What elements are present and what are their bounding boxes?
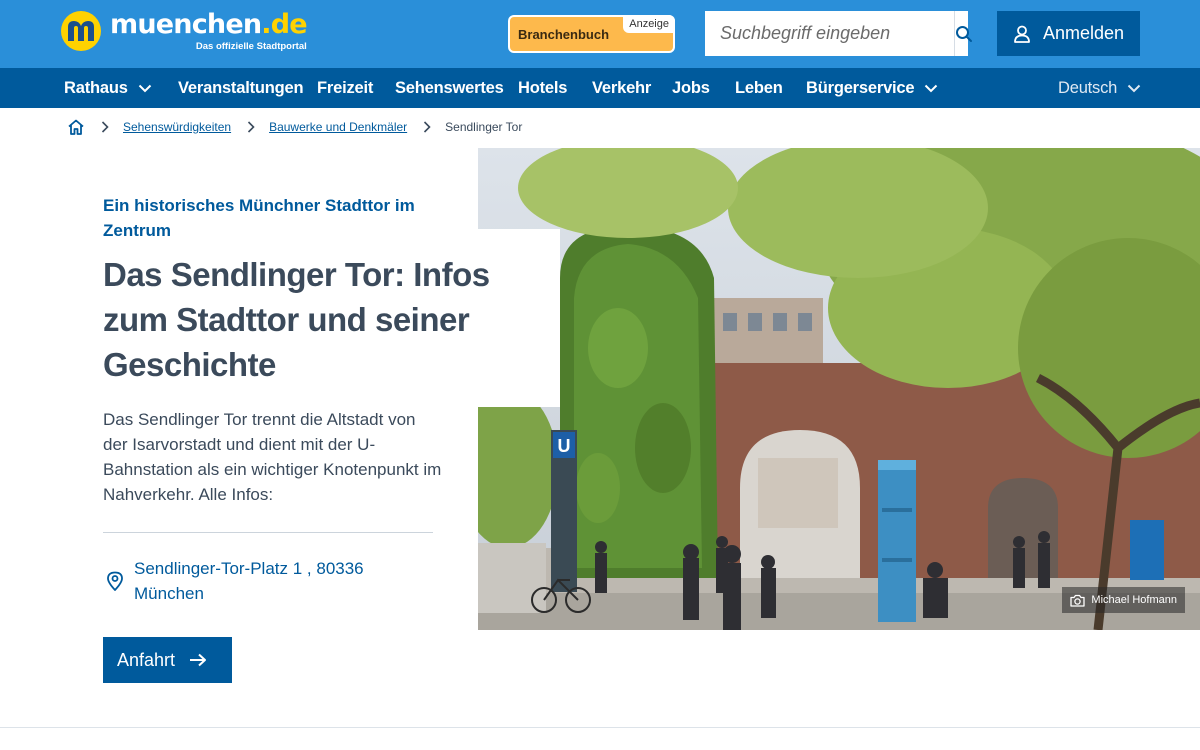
page-kicker: Ein historisches Münchner Stadttor im Ze… — [103, 196, 415, 240]
location-pin-icon — [107, 571, 123, 591]
chevron-down-icon — [924, 84, 938, 93]
sendlinger-tor-photo: U — [478, 148, 1200, 630]
logo-tagline: Das offizielle Stadtportal — [195, 41, 307, 52]
search-icon — [956, 25, 972, 42]
section-divider — [0, 727, 1200, 728]
chevron-down-icon — [1127, 84, 1141, 93]
page-title: Das Sendlinger Tor: Infos zum Stadttor u… — [103, 256, 490, 383]
search-button[interactable] — [954, 11, 973, 56]
address-line2: München — [134, 584, 204, 603]
page-intro: Das Sendlinger Tor trennt die Altstadt v… — [103, 410, 442, 504]
nav-item-freizeit[interactable]: Freizeit — [317, 68, 373, 108]
nav-item-rathaus[interactable]: Rathaus — [64, 68, 152, 108]
photo-credit: Michael Hofmann — [1062, 587, 1185, 613]
breadcrumb-link-bauwerke[interactable]: Bauwerke und Denkmäler — [269, 120, 407, 134]
address-link[interactable]: Sendlinger-Tor-Platz 1 , 80336 München — [106, 556, 394, 606]
nav-item-leben[interactable]: Leben — [735, 68, 783, 108]
chevron-right-icon — [247, 121, 255, 133]
chevron-down-icon — [138, 84, 152, 93]
nav-item-sehenswertes[interactable]: Sehenswertes — [395, 68, 504, 108]
breadcrumb: Sehenswürdigkeiten Bauwerke und Denkmäle… — [67, 117, 522, 137]
muenchen-logo-icon — [61, 11, 101, 51]
arrow-right-icon — [189, 653, 207, 667]
anfahrt-label: Anfahrt — [117, 649, 176, 670]
site-header: muenchen.de Das offizielle Stadtportal B… — [0, 0, 1200, 68]
hero-image: U Michael Hofmann — [478, 148, 1200, 630]
photo-credit-text: Michael Hofmann — [1091, 594, 1177, 606]
language-selector[interactable]: Deutsch — [1058, 68, 1141, 108]
breadcrumb-current: Sendlinger Tor — [445, 120, 523, 134]
address-line1: Sendlinger-Tor-Platz 1 , 80336 — [134, 559, 364, 578]
u-bahn-sign: U — [558, 436, 571, 456]
search-box — [705, 11, 972, 56]
chevron-right-icon — [423, 121, 431, 133]
nav-item-jobs[interactable]: Jobs — [672, 68, 710, 108]
anfahrt-button[interactable]: Anfahrt — [103, 637, 232, 683]
user-icon — [1014, 25, 1030, 43]
logo-wordmark: muenchen.de — [110, 9, 308, 40]
main-navigation: Rathaus Veranstaltungen Freizeit Sehensw… — [0, 68, 1200, 108]
nav-item-veranstaltungen[interactable]: Veranstaltungen — [178, 68, 304, 108]
home-icon[interactable] — [67, 118, 85, 136]
camera-icon — [1070, 594, 1086, 607]
branchenbuch-label: Branchenbuch — [518, 27, 610, 42]
chevron-right-icon — [101, 121, 109, 133]
nav-item-hotels[interactable]: Hotels — [518, 68, 567, 108]
login-button[interactable]: Anmelden — [997, 11, 1140, 56]
branchenbuch-button[interactable]: Branchenbuch Anzeige — [508, 15, 675, 53]
login-label: Anmelden — [1043, 23, 1125, 43]
breadcrumb-link-sehenswuerdigkeiten[interactable]: Sehenswürdigkeiten — [123, 120, 231, 134]
divider — [103, 532, 433, 533]
site-logo[interactable]: muenchen.de Das offizielle Stadtportal — [60, 9, 308, 52]
nav-item-buergerservice[interactable]: Bürgerservice — [806, 68, 938, 108]
anzeige-badge: Anzeige — [623, 15, 675, 33]
search-input[interactable] — [705, 11, 954, 56]
nav-item-verkehr[interactable]: Verkehr — [592, 68, 651, 108]
